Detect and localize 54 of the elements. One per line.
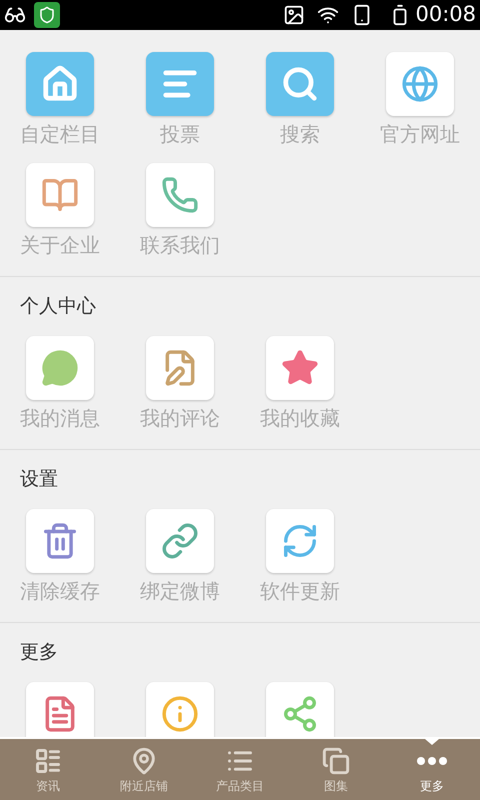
globe-icon [401, 65, 439, 103]
grid-list-icon [34, 746, 62, 774]
tile-label: 软件更新 [260, 578, 340, 605]
map-pin-icon [130, 746, 158, 774]
tab[interactable]: 附近店铺 [96, 739, 192, 800]
tab[interactable]: 更多 [384, 739, 480, 800]
tab[interactable]: 资讯 [0, 739, 96, 800]
tile-label: 官方网址 [380, 121, 460, 148]
tab[interactable]: 图集 [288, 739, 384, 800]
menu-tile[interactable] [146, 52, 214, 116]
trash-icon [41, 522, 79, 560]
image-icon [283, 4, 306, 26]
menu-tile[interactable] [386, 52, 454, 116]
menu-tile[interactable] [266, 509, 334, 573]
section-title: 设置 [19, 467, 59, 492]
search-icon [281, 65, 319, 103]
tile-label: 我的收藏 [260, 405, 340, 432]
menu-tile[interactable] [26, 163, 94, 227]
menu-tile[interactable] [26, 682, 94, 737]
tab[interactable]: 产品类目 [192, 739, 288, 800]
menu-tile[interactable] [266, 682, 334, 737]
tile-label: 我的评论 [140, 405, 220, 432]
menu-tile[interactable] [26, 52, 94, 116]
gallery-icon [322, 746, 350, 774]
menu-tile[interactable] [146, 509, 214, 573]
menu-tile[interactable] [146, 336, 214, 400]
menu-tile[interactable] [26, 336, 94, 400]
tile-label: 关于企业 [20, 232, 100, 259]
speech-bubble-icon [41, 349, 79, 387]
menu-tile[interactable] [146, 163, 214, 227]
tile-label: 投票 [160, 121, 200, 148]
app-shield-icon [34, 2, 60, 28]
link-icon [161, 522, 199, 560]
refresh-icon [281, 522, 319, 560]
info-icon [161, 695, 199, 733]
menu-tile[interactable] [146, 682, 214, 737]
share-icon [281, 695, 319, 733]
phone-icon [161, 176, 199, 214]
tile-label: 搜索 [280, 121, 320, 148]
book-icon [41, 176, 79, 214]
section-title: 个人中心 [19, 294, 97, 319]
star-icon [281, 349, 319, 387]
menu-tile[interactable] [266, 336, 334, 400]
more-icon [417, 756, 447, 764]
tile-label: 联系我们 [140, 232, 220, 259]
menu-tile[interactable] [266, 52, 334, 116]
tile-label: 我的消息 [20, 405, 100, 432]
menu-tile[interactable] [26, 509, 94, 573]
home-icon [41, 65, 79, 103]
clock: 00:08 [415, 1, 476, 28]
section-title: 更多 [19, 640, 59, 665]
tile-label: 绑定微博 [140, 578, 220, 605]
tile-label: 自定栏目 [20, 121, 100, 148]
tile-label: 清除缓存 [20, 578, 100, 605]
